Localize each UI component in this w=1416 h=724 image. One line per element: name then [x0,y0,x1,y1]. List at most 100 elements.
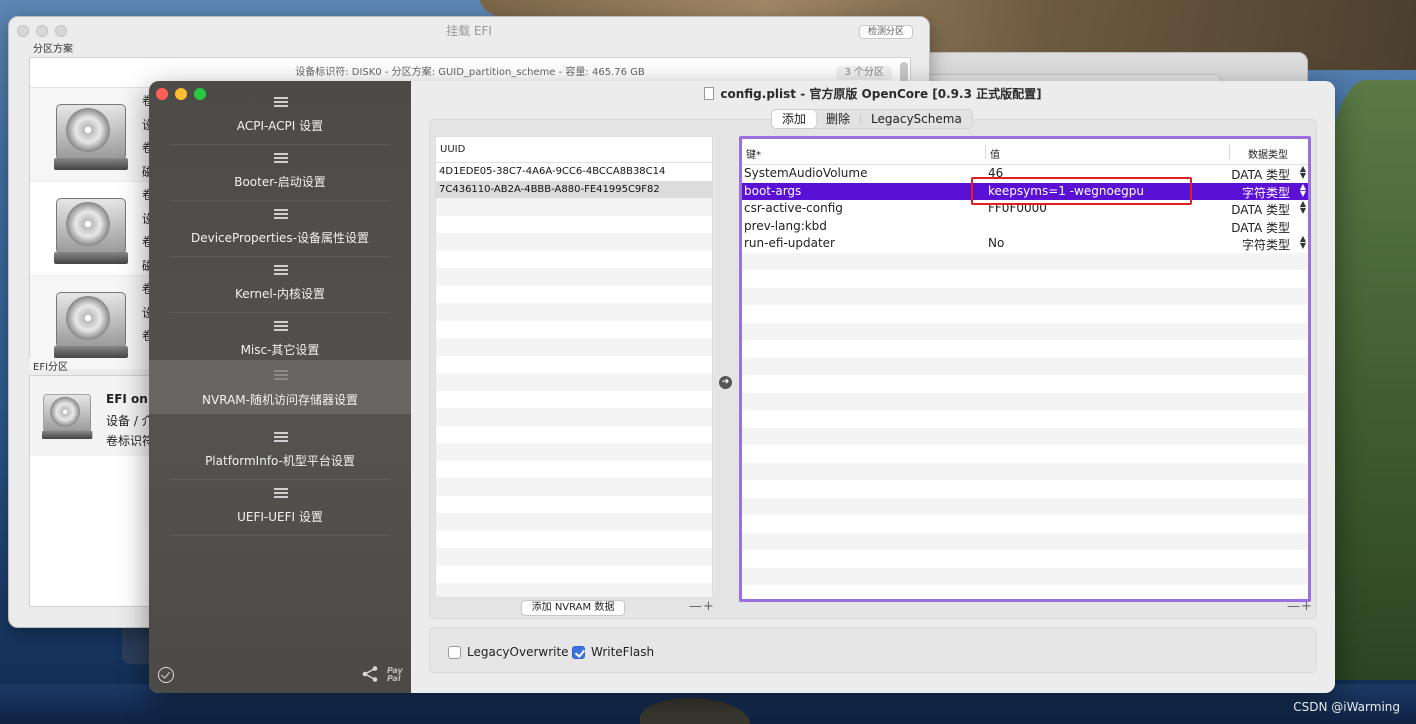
list-icon [274,153,288,167]
empty-row [436,548,712,566]
list-icon [274,321,288,335]
annotation-highlight-box [971,177,1192,205]
empty-row [436,303,712,321]
empty-row [436,496,712,514]
share-icon[interactable] [361,665,379,683]
type-cell[interactable]: DATA 类型 [1231,201,1290,218]
sidebar-item-device-properties[interactable]: DeviceProperties-设备属性设置 [159,201,401,257]
partition-count-badge: 3 个分区 [836,66,892,80]
kv-remove-add-controls[interactable]: —+ [1287,599,1313,614]
chevron-updown-icon[interactable]: ▲ ▼ [1300,200,1306,215]
legacy-overwrite-label[interactable]: LegacyOverwrite [467,645,569,659]
window-title-text: config.plist - 官方原版 OpenCore [0.9.3 正式版配… [720,87,1042,101]
uuid-list[interactable]: UUID 4D1EDE05-38C7-4A6A-9CC6-4BCCA8B38C1… [435,136,713,598]
empty-row [436,461,712,479]
empty-row [436,513,712,531]
list-icon [274,97,288,111]
efi-section-label: EFI分区 [33,362,69,373]
sidebar-item-label: Kernel-内核设置 [234,287,326,301]
chevron-updown-icon[interactable]: ▲ ▼ [1300,165,1306,180]
tab-add[interactable]: 添加 [772,110,817,128]
table-header: 键* 值 数据类型 [742,139,1308,165]
empty-row [742,270,1308,288]
efi-volume-id-label: 卷标识符 [106,434,155,448]
uuid-row-selected[interactable]: 7C436110-AB2A-4BBB-A880-FE41995C9F82 [436,180,712,198]
key-cell[interactable]: run-efi-updater [744,236,835,250]
sidebar-item-acpi[interactable]: ACPI-ACPI 设置 [159,89,401,145]
tab-bar: 添加 删除 LegacySchema [771,109,973,129]
sidebar-item-label: ACPI-ACPI 设置 [236,119,324,133]
type-cell[interactable]: DATA 类型 [1231,219,1290,236]
key-cell[interactable]: csr-active-config [744,201,843,215]
partition-section-label: 分区方案 [33,44,73,55]
detect-partitions-button[interactable]: 检测分区 [858,25,913,39]
disk-info: 设备标识符: DISK0 - 分区方案: GUID_partition_sche… [295,67,645,78]
add-nvram-data-button[interactable]: 添加 NVRAM 数据 [521,600,625,616]
list-icon [274,488,288,502]
content-area: config.plist - 官方原版 OpenCore [0.9.3 正式版配… [411,81,1335,693]
document-icon [704,87,715,100]
key-cell[interactable]: prev-lang:kbd [744,219,827,233]
chevron-updown-icon[interactable]: ▲ ▼ [1300,235,1306,250]
empty-row [742,567,1308,585]
nvram-key-value-table[interactable]: 键* 值 数据类型 SystemAudioVolume 46 DATA 类型 ▲… [739,136,1311,602]
watermark: CSDN @iWarming [1293,700,1400,714]
paypal-text: Pay Pal [387,666,403,683]
uuid-row[interactable]: 4D1EDE05-38C7-4A6A-9CC6-4BCCA8B38C14 [436,163,712,181]
sidebar-item-label: Misc-其它设置 [240,343,320,357]
empty-row [436,373,712,391]
table-row[interactable]: run-efi-updater No 字符类型 ▲ ▼ [742,235,1308,253]
empty-row [436,338,712,356]
empty-row [742,515,1308,533]
type-cell[interactable]: DATA 类型 [1231,166,1290,183]
type-column-header[interactable]: 数据类型 [1248,146,1288,161]
hard-drive-icon [54,192,128,266]
empty-row [436,321,712,339]
write-flash-checkbox[interactable] [572,646,585,659]
type-cell[interactable]: 字符类型 [1242,236,1290,253]
config-editor-window[interactable]: ACPI-ACPI 设置 Booter-启动设置 DevicePropertie… [149,81,1335,693]
sidebar-item-platforminfo[interactable]: PlatformInfo-机型平台设置 [159,424,401,480]
tab-delete[interactable]: 删除 [816,110,860,128]
key-cell[interactable]: SystemAudioVolume [744,166,868,180]
uuid-remove-add-controls[interactable]: —+ [689,599,715,614]
sidebar-item-booter[interactable]: Booter-启动设置 [159,145,401,201]
key-column-header[interactable]: 键* [746,146,761,161]
empty-row [742,375,1308,393]
list-icon [274,209,288,223]
write-flash-label[interactable]: WriteFlash [591,645,654,659]
list-icon [274,432,288,446]
empty-row [436,233,712,251]
empty-row [436,531,712,549]
paypal-icon[interactable]: Pay Pal [387,667,411,683]
hard-drive-icon [42,390,93,439]
empty-row [742,305,1308,323]
empty-rows [436,198,712,597]
table-row[interactable]: prev-lang:kbd DATA 类型 [742,218,1308,236]
window-title: config.plist - 官方原版 OpenCore [0.9.3 正式版配… [411,85,1335,102]
key-cell[interactable]: boot-args [744,184,801,198]
empty-row [436,356,712,374]
sidebar-item-nvram[interactable]: NVRAM-随机访问存储器设置 [149,360,411,414]
empty-row [742,410,1308,428]
empty-row [436,426,712,444]
sidebar-item-label: Booter-启动设置 [234,175,326,189]
list-icon [274,265,288,279]
check-circle-icon[interactable] [158,667,174,683]
sidebar-item-kernel[interactable]: Kernel-内核设置 [159,257,401,313]
chevron-updown-icon[interactable]: ▲ ▼ [1300,182,1306,197]
value-column-header[interactable]: 值 [990,146,1000,161]
empty-row [742,392,1308,410]
empty-row [742,427,1308,445]
value-cell[interactable]: No [988,236,1004,250]
empty-row [436,286,712,304]
empty-row [436,566,712,584]
hard-drive-icon [54,98,128,172]
sidebar-item-uefi[interactable]: UEFI-UEFI 设置 [159,480,401,536]
tab-legacyschema[interactable]: LegacySchema [861,110,972,128]
type-cell[interactable]: 字符类型 [1242,184,1290,201]
options-group: LegacyOverwrite WriteFlash [429,627,1317,673]
legacy-overwrite-checkbox[interactable] [448,646,461,659]
arrow-right-icon[interactable]: ➜ [719,376,732,389]
uuid-column-header[interactable]: UUID [436,137,712,163]
